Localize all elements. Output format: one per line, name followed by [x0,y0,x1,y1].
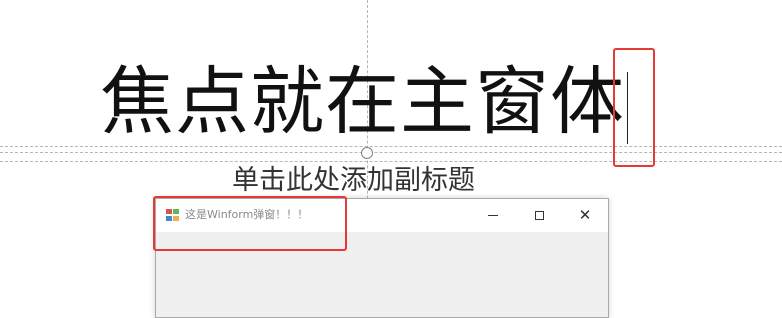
slide-subtitle-placeholder[interactable]: 单击此处添加副标题 [232,163,475,199]
horizontal-guide-bottom [0,161,782,162]
close-icon: ✕ [578,206,592,224]
minimize-button[interactable] [470,199,516,232]
minimize-icon [488,215,498,216]
textbox-rotate-handle[interactable] [361,147,373,159]
horizontal-guide-middle [0,152,782,153]
close-button[interactable]: ✕ [562,199,608,232]
maximize-icon [534,211,544,220]
caret-highlight-box [613,48,655,167]
maximize-button[interactable] [516,199,562,232]
winform-title-highlight-box [153,196,347,251]
slide-title-textbox[interactable]: 焦点就在主窗体 [100,52,660,152]
